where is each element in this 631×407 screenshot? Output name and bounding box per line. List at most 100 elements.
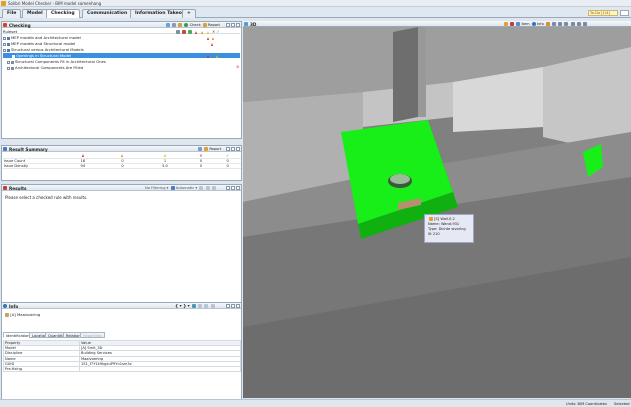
chart-icon[interactable]	[198, 147, 202, 151]
info-dropdown[interactable]: Info	[537, 22, 544, 26]
help-icon[interactable]	[620, 10, 629, 16]
comment-icon[interactable]	[188, 30, 193, 34]
passed-icon: ✓	[225, 153, 230, 158]
row-5-status-icon: ⊘	[236, 64, 240, 69]
dimension-icon[interactable]	[552, 21, 557, 26]
expand-icon[interactable]	[3, 42, 6, 46]
column	[418, 27, 426, 117]
report-icon[interactable]	[204, 147, 209, 151]
auto-dropdown[interactable]: Automatic	[176, 186, 194, 190]
maximize-icon[interactable]	[231, 147, 235, 151]
checking-window-buttons	[225, 23, 240, 28]
export-icon[interactable]	[210, 304, 215, 308]
ruleset-row[interactable]: Structural versus Architectural Models	[3, 47, 240, 52]
maximize-icon[interactable]	[231, 304, 235, 308]
status-bar: Units: BIM Coordinates Selected	[0, 399, 631, 407]
restore-icon[interactable]	[226, 147, 230, 151]
check-button[interactable]: Check	[190, 23, 201, 27]
todo-button[interactable]: To-Do [1/4]	[588, 10, 618, 16]
paint-icon[interactable]	[504, 21, 508, 26]
summary-cell: 0	[102, 163, 143, 169]
restore-icon[interactable]	[226, 23, 230, 27]
restore-icon[interactable]	[226, 186, 230, 190]
chevron-down-icon[interactable]: ▾	[180, 303, 182, 308]
warning-icon	[429, 217, 433, 221]
sort-icon[interactable]	[198, 304, 203, 308]
info-icon[interactable]	[531, 21, 536, 26]
chevron-down-icon[interactable]: ▾	[195, 186, 197, 190]
tab-checking[interactable]: Checking	[46, 9, 80, 18]
summary-icon	[3, 147, 7, 151]
slice-icon[interactable]	[545, 21, 550, 26]
window-title: Solibri Model Checker - BIM model samenh…	[8, 1, 102, 6]
low-result-icon	[216, 54, 218, 58]
report-button[interactable]: Report	[208, 23, 220, 27]
expand-icon[interactable]	[7, 60, 10, 64]
edit-icon[interactable]	[182, 30, 187, 34]
collapse-all-icon[interactable]	[205, 185, 210, 190]
restore-icon[interactable]	[226, 304, 230, 308]
tab-hyperlinks[interactable]: Hyperlinks	[80, 332, 106, 338]
filtering-dropdown[interactable]: No Filtering	[145, 186, 166, 190]
rule-row[interactable]: Architectural Components Are Filled	[3, 65, 240, 70]
ruleset-row[interactable]: MEP models and Structural model	[3, 41, 240, 46]
tab-communication[interactable]: Communication	[82, 9, 133, 18]
item-dropdown[interactable]: Item	[521, 22, 529, 26]
close-icon[interactable]	[236, 23, 240, 27]
results-empty-message: Please select a checked rule with result…	[5, 195, 88, 200]
component-icon	[5, 313, 9, 317]
open-ruleset-icon[interactable]	[166, 23, 170, 27]
moderate-severity-icon	[121, 154, 124, 157]
3d-scene[interactable]	[243, 27, 631, 398]
hide-icon[interactable]	[510, 21, 515, 26]
3d-view-panel[interactable]: 3D Item Info [S] Wall.0.2 Name: Wand-931…	[243, 21, 631, 398]
check-icon[interactable]	[184, 23, 189, 27]
info-item-line: [A] Maaivoering	[4, 312, 40, 317]
table-row[interactable]: Pre-fixing	[3, 365, 241, 373]
export-icon[interactable]	[211, 185, 216, 190]
passed-icon: ✓	[216, 29, 220, 34]
info-icon	[3, 304, 7, 308]
camera-icon[interactable]	[558, 21, 563, 26]
summary-table: ✕ ✓ Issue Count 18 0 1 0 0 Issue Density…	[3, 153, 241, 169]
rule-row[interactable]: Structural Components Fit in Architectur…	[3, 59, 240, 64]
columns-icon[interactable]	[204, 304, 209, 308]
chevron-down-icon[interactable]: ▾	[188, 303, 190, 308]
fit-icon[interactable]	[582, 21, 587, 26]
summary-window-buttons	[225, 147, 240, 152]
left-column: Checking Check Report Ruleset ✕ ✓ MEP mo…	[1, 21, 242, 404]
summary-toolbar: Report	[197, 147, 221, 151]
rejected-icon: ✕	[199, 153, 203, 158]
walk-icon[interactable]	[564, 21, 569, 26]
tab-add[interactable]: +	[182, 9, 196, 18]
maximize-icon[interactable]	[231, 186, 235, 190]
summary-report-button[interactable]: Report	[209, 147, 221, 151]
summary-title: Result Summary	[9, 146, 48, 152]
ruleset-icon	[7, 42, 10, 46]
expand-icon[interactable]	[3, 36, 6, 40]
report-icon[interactable]	[202, 23, 207, 27]
item-icon[interactable]	[516, 21, 521, 26]
zoom-out-icon[interactable]	[576, 21, 581, 26]
close-icon[interactable]	[236, 147, 240, 151]
close-icon[interactable]	[236, 304, 240, 308]
save-ruleset-icon[interactable]	[172, 23, 177, 27]
filter-icon[interactable]	[176, 30, 180, 34]
tab-model[interactable]: Model	[22, 9, 48, 18]
checking-title: Checking	[9, 22, 31, 28]
opening-rim[interactable]	[390, 174, 410, 184]
back-icon[interactable]: ❮	[175, 303, 178, 308]
properties-icon[interactable]	[178, 23, 183, 27]
sync-icon[interactable]	[191, 304, 196, 308]
forward-icon[interactable]: ❯	[183, 303, 186, 308]
results-toolbar: No Filtering ▾ Automatic ▾	[145, 185, 216, 190]
zoom-in-icon[interactable]	[570, 21, 575, 26]
collapse-icon[interactable]	[3, 48, 6, 52]
chevron-down-icon[interactable]: ▾	[167, 186, 169, 190]
rule-icon	[11, 66, 14, 70]
tab-file[interactable]: File	[2, 9, 22, 18]
expand-icon[interactable]	[7, 66, 10, 70]
maximize-icon[interactable]	[231, 23, 235, 27]
close-icon[interactable]	[236, 186, 240, 190]
expand-all-icon[interactable]	[199, 185, 204, 190]
